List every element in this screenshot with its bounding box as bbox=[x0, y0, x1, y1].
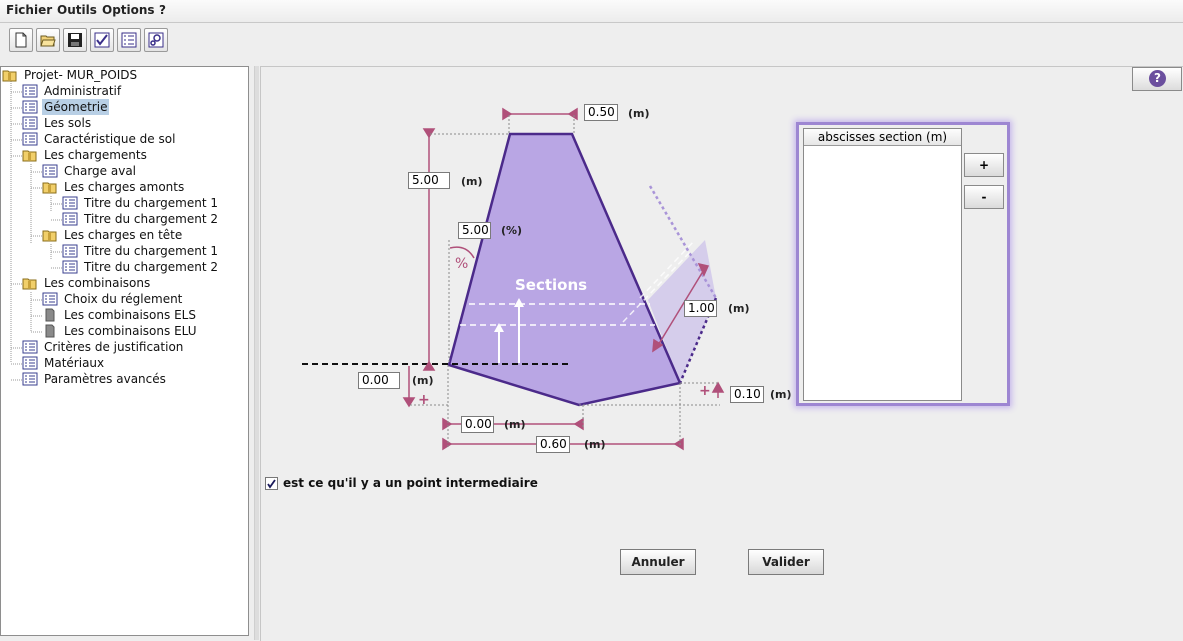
plus-sign-left: + bbox=[418, 392, 430, 408]
section-thickness-field[interactable]: 1.00 bbox=[684, 300, 717, 317]
top-width-unit: (m) bbox=[628, 107, 650, 120]
intermediate-point-checkbox[interactable] bbox=[265, 477, 278, 490]
batter-field[interactable]: 5.00 bbox=[458, 222, 491, 239]
cancel-button[interactable]: Annuler bbox=[620, 549, 696, 575]
add-section-button[interactable]: + bbox=[964, 153, 1004, 177]
base-width-field[interactable]: 0.60 bbox=[536, 436, 570, 453]
toe-width-field[interactable]: 0.00 bbox=[461, 416, 494, 433]
sections-label: Sections bbox=[515, 276, 588, 294]
batter-unit: (%) bbox=[501, 224, 523, 237]
heel-rise-field[interactable]: 0.10 bbox=[730, 386, 764, 403]
top-width-field[interactable]: 0.50 bbox=[584, 104, 618, 121]
sections-table[interactable]: abscisses section (m) bbox=[803, 128, 962, 401]
base-offset-field[interactable]: 0.00 bbox=[358, 372, 400, 389]
section-thickness-unit: (m) bbox=[728, 302, 750, 315]
remove-section-button[interactable]: - bbox=[964, 185, 1004, 209]
plus-sign-right: + bbox=[699, 383, 711, 399]
base-width-unit: (m) bbox=[584, 438, 606, 451]
height-field[interactable]: 5.00 bbox=[408, 172, 450, 189]
validate-button[interactable]: Valider bbox=[748, 549, 824, 575]
base-offset-unit: (m) bbox=[412, 374, 434, 387]
heel-rise-unit: (m) bbox=[770, 388, 792, 401]
checkmark-icon bbox=[267, 479, 276, 489]
intermediate-point-label: est ce qu'il y a un point intermediaire bbox=[283, 476, 538, 490]
sections-table-header[interactable]: abscisses section (m) bbox=[804, 129, 961, 146]
height-unit: (m) bbox=[461, 175, 483, 188]
toe-width-unit: (m) bbox=[504, 418, 526, 431]
percent-symbol: % bbox=[455, 256, 469, 272]
